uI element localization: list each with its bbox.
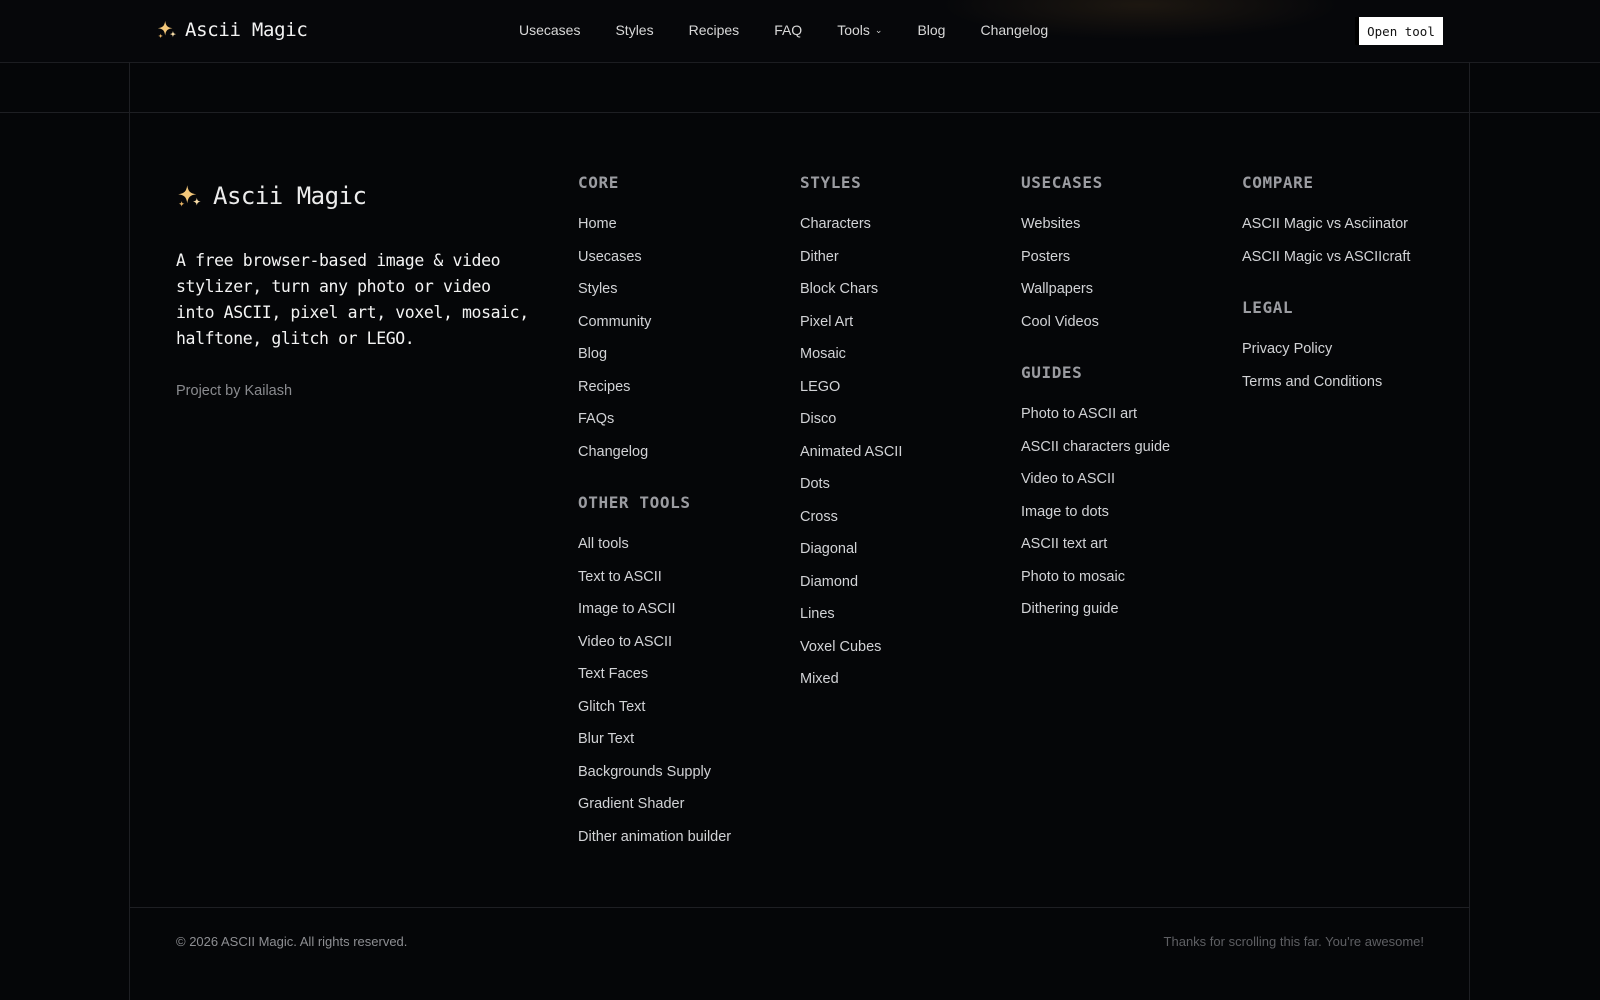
nav-link-faq[interactable]: FAQ <box>774 22 802 38</box>
core-link[interactable]: FAQs <box>578 409 731 442</box>
other-tools-link[interactable]: Text to ASCII <box>578 567 731 600</box>
compare-links: ASCII Magic vs Asciinator ASCII Magic vs … <box>1242 214 1410 279</box>
styles-link[interactable]: Mixed <box>800 669 902 702</box>
nav-brand-name: Ascii Magic <box>185 19 308 41</box>
guides-link[interactable]: Photo to ASCII art <box>1021 404 1170 437</box>
styles-link[interactable]: LEGO <box>800 377 902 410</box>
styles-link[interactable]: Dots <box>800 474 902 507</box>
other-tools-link[interactable]: Video to ASCII <box>578 632 731 665</box>
styles-link[interactable]: Dither <box>800 247 902 280</box>
core-link[interactable]: Home <box>578 214 731 247</box>
other-tools-link[interactable]: Gradient Shader <box>578 794 731 827</box>
nav-link-blog[interactable]: Blog <box>917 22 945 38</box>
styles-link[interactable]: Disco <box>800 409 902 442</box>
core-link[interactable]: Blog <box>578 344 731 377</box>
usecases-links: Websites Posters Wallpapers Cool Videos <box>1021 214 1170 344</box>
other-tools-link[interactable]: Image to ASCII <box>578 599 731 632</box>
footer-col-usecases: USECASES Websites Posters Wallpapers Cool V… <box>1021 173 1170 632</box>
frame-line-right <box>1469 62 1470 1000</box>
heading-styles: STYLES <box>800 173 862 192</box>
other-tools-link[interactable]: Blur Text <box>578 729 731 762</box>
styles-link[interactable]: Characters <box>800 214 902 247</box>
core-link[interactable]: Styles <box>578 279 731 312</box>
other-tools-link[interactable]: Text Faces <box>578 664 731 697</box>
footer-tagline: A free browser-based image & video styli… <box>176 251 529 348</box>
footer-col-core: CORE Home Usecases Styles Community Blog Reci… <box>578 173 731 859</box>
styles-link[interactable]: Diamond <box>800 572 902 605</box>
compare-link[interactable]: ASCII Magic vs ASCIIcraft <box>1242 247 1410 280</box>
frame-line-left <box>129 62 130 1000</box>
copyright-text: © 2026 ASCII Magic. All rights reserved. <box>176 934 408 949</box>
nav-link-recipes[interactable]: Recipes <box>689 22 740 38</box>
usecases-link[interactable]: Posters <box>1021 247 1170 280</box>
guides-link[interactable]: Dithering guide <box>1021 599 1170 632</box>
legal-link[interactable]: Privacy Policy <box>1242 339 1410 372</box>
styles-link[interactable]: Voxel Cubes <box>800 637 902 670</box>
other-tools-links: All tools Text to ASCII Image to ASCII Vide… <box>578 534 731 859</box>
nav-link-changelog[interactable]: Changelog <box>980 22 1048 38</box>
top-navbar: Ascii Magic Usecases Styles Recipes FAQ … <box>0 0 1600 63</box>
other-tools-link[interactable]: Glitch Text <box>578 697 731 730</box>
styles-link[interactable]: Cross <box>800 507 902 540</box>
styles-link[interactable]: Lines <box>800 604 902 637</box>
nav-link-usecases[interactable]: Usecases <box>519 22 580 38</box>
guides-link[interactable]: Video to ASCII <box>1021 469 1170 502</box>
other-tools-link[interactable]: Backgrounds Supply <box>578 762 731 795</box>
nav-link-styles[interactable]: Styles <box>615 22 653 38</box>
nav-tools-dropdown[interactable]: Tools ⌄ <box>837 22 882 38</box>
compare-link[interactable]: ASCII Magic vs Asciinator <box>1242 214 1410 247</box>
nav-brand-link[interactable]: Ascii Magic <box>156 19 308 41</box>
other-tools-link[interactable]: Dither animation builder <box>578 827 731 860</box>
chevron-down-icon: ⌄ <box>874 24 883 35</box>
main-nav: Usecases Styles Recipes FAQ Tools ⌄ Blog… <box>519 22 1083 38</box>
styles-link[interactable]: Diagonal <box>800 539 902 572</box>
footer-brand-name: Ascii Magic <box>213 182 367 210</box>
core-link[interactable]: Usecases <box>578 247 731 280</box>
usecases-link[interactable]: Cool Videos <box>1021 312 1170 345</box>
core-link[interactable]: Recipes <box>578 377 731 410</box>
legal-link[interactable]: Terms and Conditions <box>1242 372 1410 405</box>
section-divider <box>0 112 1600 113</box>
guides-links: Photo to ASCII art ASCII characters guide… <box>1021 404 1170 632</box>
styles-link[interactable]: Block Chars <box>800 279 902 312</box>
footer-col-compare: COMPARE ASCII Magic vs Asciinator ASCII M… <box>1242 173 1410 404</box>
project-byline[interactable]: Project by Kailash <box>176 383 292 399</box>
heading-usecases: USECASES <box>1021 173 1103 192</box>
footer-col-styles: STYLES Characters Dither Block Chars Pixel … <box>800 173 902 702</box>
heading-legal: LEGAL <box>1242 298 1294 317</box>
guides-link[interactable]: Image to dots <box>1021 502 1170 535</box>
open-tool-button[interactable]: Open tool <box>1355 17 1443 45</box>
footer-divider <box>130 907 1469 908</box>
legal-links: Privacy Policy Terms and Conditions <box>1242 339 1410 404</box>
heading-compare: COMPARE <box>1242 173 1314 192</box>
sparkle-icon <box>157 20 177 39</box>
nav-tools-label: Tools <box>837 22 870 38</box>
core-link[interactable]: Community <box>578 312 731 345</box>
footer-brand[interactable]: Ascii Magic <box>176 182 367 210</box>
guides-link[interactable]: Photo to mosaic <box>1021 567 1170 600</box>
core-links: Home Usecases Styles Community Blog Recipes FA… <box>578 214 731 474</box>
guides-link[interactable]: ASCII text art <box>1021 534 1170 567</box>
styles-link[interactable]: Mosaic <box>800 344 902 377</box>
sparkle-icon <box>178 184 201 207</box>
styles-link[interactable]: Pixel Art <box>800 312 902 345</box>
guides-link[interactable]: ASCII characters guide <box>1021 437 1170 470</box>
heading-other-tools: OTHER TOOLS <box>578 493 691 512</box>
thanks-message: Thanks for scrolling this far. You're aw… <box>1163 934 1424 949</box>
page: Ascii Magic Usecases Styles Recipes FAQ … <box>0 0 1600 1000</box>
heading-guides: GUIDES <box>1021 363 1083 382</box>
other-tools-link[interactable]: All tools <box>578 534 731 567</box>
styles-links: Characters Dither Block Chars Pixel Art Mosa… <box>800 214 902 702</box>
styles-link[interactable]: Animated ASCII <box>800 442 902 475</box>
core-link[interactable]: Changelog <box>578 442 731 475</box>
usecases-link[interactable]: Wallpapers <box>1021 279 1170 312</box>
heading-core: CORE <box>578 173 619 192</box>
usecases-link[interactable]: Websites <box>1021 214 1170 247</box>
